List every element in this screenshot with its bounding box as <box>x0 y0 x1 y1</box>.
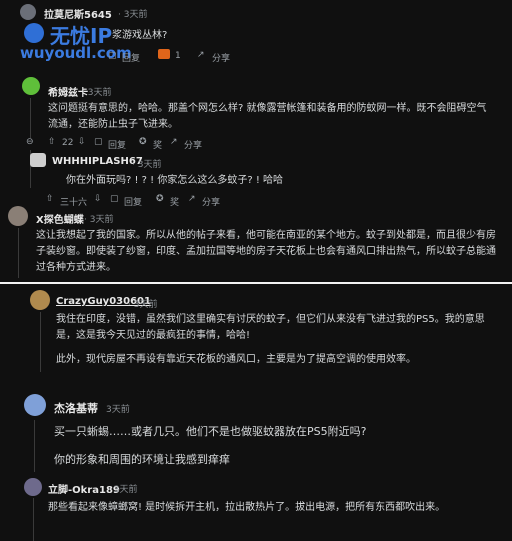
comment-username[interactable]: WHHHIPLASH67 <box>52 156 143 167</box>
share-button[interactable]: 分享 <box>212 51 230 64</box>
comment-username[interactable]: 杰洛基蒂 <box>54 400 98 416</box>
award-count: 1 <box>175 51 181 61</box>
comment-text: 那些看起来像蟑螂窝! 是时候拆开主机，拉出散热片了。拔出电源，把所有东西都吹出来… <box>48 502 446 513</box>
upvote-icon[interactable]: ⇧ <box>46 194 54 204</box>
comment-text: 浆游戏丛林? <box>112 30 168 41</box>
comment-timestamp: · 3天前 <box>108 485 138 495</box>
comment-username[interactable]: X探色蝴蝶 <box>36 211 84 226</box>
thread-line <box>30 98 31 138</box>
comment-text: 这让我想起了我的国家。所以从他的帖子来看，他可能在南亚的某个地方。蚊子到处都是，… <box>36 230 496 273</box>
upvote-icon[interactable]: ⇧ <box>48 137 56 147</box>
reply-button[interactable]: 回复 <box>122 51 140 64</box>
comment-text: 我住在印度，没错，虽然我们这里确实有讨厌的蚊子，但它们从来没有飞进过我的PS5。… <box>56 314 485 341</box>
thread-line <box>18 228 19 278</box>
comment-text: 这问题挺有意思的，哈哈。那盖个网怎么样? 就像露营帐篷和装备用的防蚊网一样。既不… <box>48 103 487 130</box>
comment-icon[interactable]: ▢ <box>110 194 119 204</box>
comment-text: 买一只蜥蜴……或者几只。他们不是也做驱蚊器放在PS5附近吗? <box>54 425 367 438</box>
thread-line <box>40 312 41 372</box>
award-button[interactable]: 奖 <box>153 138 162 151</box>
share-icon[interactable]: ↗ <box>197 50 205 60</box>
comment-timestamp: 3天前 <box>106 405 130 415</box>
award-icon[interactable]: ✪ <box>156 194 164 204</box>
avatar[interactable] <box>24 478 42 496</box>
comment-text: 你的形象和周围的环境让我感到痒痒 <box>54 453 230 466</box>
comment-timestamp: · 3天前 <box>132 160 162 170</box>
comment-icon[interactable]: ▢ <box>108 51 117 61</box>
comment-icon[interactable]: ▢ <box>94 137 103 147</box>
thread-line <box>33 498 34 541</box>
avatar[interactable] <box>8 206 28 226</box>
vote-count: 22 <box>62 138 74 148</box>
downvote-icon[interactable]: ⇩ <box>78 137 86 147</box>
comment-username[interactable]: 拉莫尼斯5645 <box>44 6 112 21</box>
thread-line <box>34 420 35 472</box>
comment-timestamp: · 3天前 <box>82 88 112 98</box>
share-icon[interactable]: ↗ <box>170 137 178 147</box>
comment-timestamp: · 3天前 <box>84 215 114 225</box>
avatar[interactable] <box>24 394 46 416</box>
avatar[interactable] <box>22 77 40 95</box>
comment-text: 你在外面玩吗? ! ? ! 你家怎么这么多蚊子? ! 哈哈 <box>66 175 284 186</box>
comment-timestamp: · 3天前 <box>118 10 148 20</box>
award-button[interactable]: 奖 <box>170 195 179 208</box>
section-divider <box>0 282 512 284</box>
share-icon[interactable]: ↗ <box>188 194 196 204</box>
collapse-icon[interactable]: ⊖ <box>26 137 34 147</box>
vote-count: 三十六 <box>60 198 88 208</box>
award-icon[interactable] <box>158 49 170 59</box>
avatar[interactable] <box>30 290 50 310</box>
avatar[interactable] <box>30 153 46 167</box>
award-icon[interactable]: ✪ <box>139 137 147 147</box>
comment-text: 此外，现代房屋不再设有靠近天花板的通风口，主要是为了提高空调的使用效率。 <box>56 354 416 365</box>
reply-button[interactable]: 回复 <box>124 195 142 208</box>
downvote-icon[interactable]: ⇩ <box>94 194 102 204</box>
comment-timestamp: · 3天前 <box>128 300 158 310</box>
share-button[interactable]: 分享 <box>202 195 220 208</box>
share-button[interactable]: 分享 <box>184 138 202 151</box>
watermark-icon <box>24 23 44 43</box>
reply-button[interactable]: 回复 <box>108 138 126 151</box>
avatar[interactable] <box>20 4 36 20</box>
